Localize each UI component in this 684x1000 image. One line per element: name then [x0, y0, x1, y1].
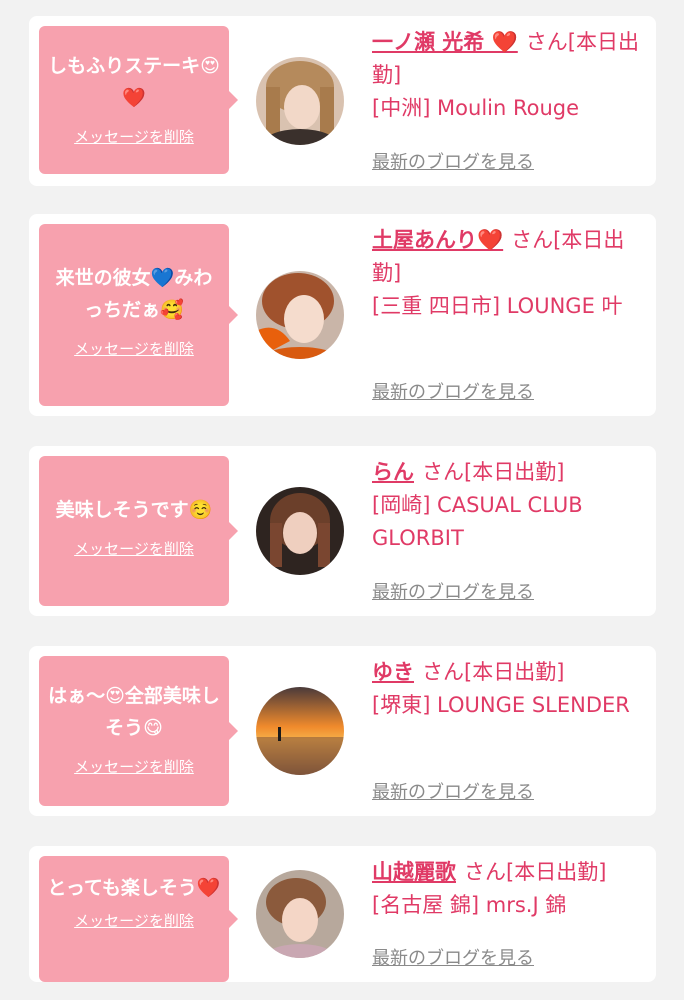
favorite-card: とっても楽しそう❤️ メッセージを削除 山越麗歌 さん[本日出勤] [名古屋 錦]…: [29, 846, 656, 982]
cast-info: ゆき さん[本日出勤] [堺東] LOUNGE SLENDER: [372, 656, 642, 722]
avatar[interactable]: [256, 487, 344, 575]
avatar[interactable]: [256, 57, 344, 145]
cast-info: らん さん[本日出勤] [岡崎] CASUAL CLUB GLORBIT: [372, 456, 642, 555]
favorite-card: 来世の彼女💙みわっちだぁ🥰 メッセージを削除 土屋あんり❤️ さん[本日出勤] […: [29, 214, 656, 416]
favorites-list: しもふりステーキ😍❤️ メッセージを削除 一ノ瀬 光希 ❤️ さん[本日出勤] […: [0, 0, 684, 1000]
message-text: 美味しそうです☺️: [55, 499, 213, 521]
cast-name-link[interactable]: 土屋あんり❤️: [372, 228, 503, 252]
delete-message-link[interactable]: メッセージを削除: [39, 910, 229, 931]
shop-name: [堺東] LOUNGE SLENDER: [372, 693, 630, 717]
message-bubble: 美味しそうです☺️ メッセージを削除: [39, 456, 238, 606]
cast-status: さん[本日出勤]: [422, 660, 565, 684]
favorite-card: 美味しそうです☺️ メッセージを削除 らん さん[本日出勤] [岡崎] CASUA…: [29, 446, 656, 616]
latest-blog-link[interactable]: 最新のブログを見る: [372, 148, 534, 174]
message-text: しもふりステーキ😍❤️: [48, 55, 220, 109]
avatar[interactable]: [256, 271, 344, 359]
avatar[interactable]: [256, 870, 344, 958]
woman-portrait-2: [256, 271, 344, 359]
delete-message-link[interactable]: メッセージを削除: [39, 756, 229, 777]
cast-info: 一ノ瀬 光希 ❤️ さん[本日出勤] [中洲] Moulin Rouge: [372, 26, 642, 125]
latest-blog-link[interactable]: 最新のブログを見る: [372, 944, 534, 970]
message-bubble: はぁ〜😍全部美味しそう😋 メッセージを削除: [39, 656, 238, 806]
latest-blog-link[interactable]: 最新のブログを見る: [372, 578, 534, 604]
message-bubble: しもふりステーキ😍❤️ メッセージを削除: [39, 26, 238, 174]
cast-status: さん[本日出勤]: [464, 860, 607, 884]
cast-name-link[interactable]: ゆき: [372, 660, 414, 684]
favorite-card: しもふりステーキ😍❤️ メッセージを削除 一ノ瀬 光希 ❤️ さん[本日出勤] […: [29, 16, 656, 186]
shop-name: [名古屋 錦] mrs.J 錦: [372, 893, 567, 917]
sunset-sea-photo: [256, 687, 344, 775]
cast-name-link[interactable]: らん: [372, 460, 414, 484]
avatar[interactable]: [256, 687, 344, 775]
shop-name: [三重 四日市] LOUNGE 叶: [372, 294, 623, 318]
woman-portrait-4: [256, 870, 344, 958]
cast-info: 土屋あんり❤️ さん[本日出勤] [三重 四日市] LOUNGE 叶: [372, 224, 642, 323]
woman-portrait-3: [256, 487, 344, 575]
message-text: とっても楽しそう❤️: [47, 877, 221, 899]
cast-name-link[interactable]: 一ノ瀬 光希 ❤️: [372, 30, 518, 54]
cast-info: 山越麗歌 さん[本日出勤] [名古屋 錦] mrs.J 錦: [372, 856, 642, 922]
cast-status: さん[本日出勤]: [422, 460, 565, 484]
shop-name: [岡崎] CASUAL CLUB GLORBIT: [372, 493, 583, 550]
message-text: はぁ〜😍全部美味しそう😋: [48, 685, 220, 739]
cast-name-link[interactable]: 山越麗歌: [372, 860, 456, 884]
favorite-card: はぁ〜😍全部美味しそう😋 メッセージを削除 ゆき さん[本日出勤] [堺東] L…: [29, 646, 656, 816]
latest-blog-link[interactable]: 最新のブログを見る: [372, 778, 534, 804]
delete-message-link[interactable]: メッセージを削除: [39, 338, 229, 359]
shop-name: [中洲] Moulin Rouge: [372, 96, 580, 120]
delete-message-link[interactable]: メッセージを削除: [39, 538, 229, 559]
latest-blog-link[interactable]: 最新のブログを見る: [372, 378, 534, 404]
woman-portrait-1: [256, 57, 344, 145]
message-bubble: 来世の彼女💙みわっちだぁ🥰 メッセージを削除: [39, 224, 238, 406]
message-text: 来世の彼女💙みわっちだぁ🥰: [55, 267, 213, 321]
message-bubble: とっても楽しそう❤️ メッセージを削除: [39, 856, 238, 982]
delete-message-link[interactable]: メッセージを削除: [39, 126, 229, 147]
